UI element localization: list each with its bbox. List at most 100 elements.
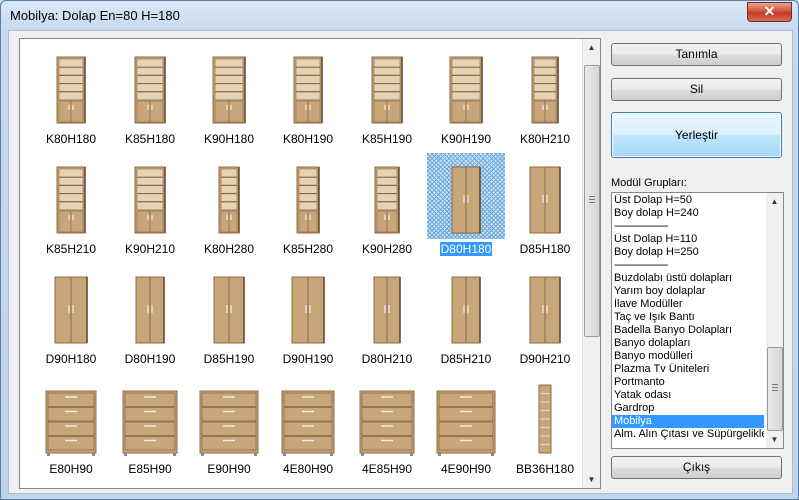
gallery-item-d85h190[interactable]: D85H190 [190,263,268,371]
gallery-item-label: K85H190 [348,132,426,146]
scroll-down-arrow-icon[interactable]: ▼ [766,431,783,448]
module-group-item[interactable]: Buzdolabı üstü dolapları [612,272,764,285]
module-groups-label: Modül Grupları: [611,177,687,189]
module-group-item[interactable]: Üst Dolap H=110 [612,233,764,246]
module-group-item[interactable]: Yatak odası [612,389,764,402]
gallery-item-e80h90[interactable]: E80H90 [32,373,110,481]
bookcase-cabinet-icon [32,43,110,129]
module-group-item[interactable]: Badella Banyo Dolapları [612,324,764,337]
close-button[interactable]: ✕ [747,2,792,22]
module-group-item[interactable]: Mobilya [612,415,764,428]
gallery-item-label-text: K80H280 [203,242,255,256]
gallery-item-label: D90H210 [506,352,584,366]
gallery-item-k90h190[interactable]: K90H190 [427,43,505,151]
gallery-item-label-text: D85H180 [519,242,571,256]
drawer-cabinet-icon [32,373,110,459]
gallery-item-k90h210[interactable]: K90H210 [111,153,189,261]
module-group-item[interactable]: Boy dolap H=250 [612,246,764,259]
gallery-item-k80h210[interactable]: K80H210 [506,43,584,151]
gallery-item-d90h190[interactable]: D90H190 [269,263,347,371]
bookcase-cabinet-icon [111,43,189,129]
gallery-scroll-thumb[interactable] [584,65,600,337]
gallery-item-label-text: K80H190 [282,132,334,146]
gallery-item-bb36h180[interactable]: BB36H180 [506,373,584,481]
gallery-item-k85h190[interactable]: K85H190 [348,43,426,151]
gallery-item-label: K90H180 [190,132,268,146]
gallery-item-k85h210[interactable]: K85H210 [32,153,110,261]
module-group-item[interactable]: Banyo dolapları [612,337,764,350]
scroll-down-arrow-icon[interactable]: ▼ [583,471,600,488]
door-cabinet-icon [190,263,268,349]
module-group-item[interactable]: Portmanto [612,376,764,389]
gallery-item-k90h280[interactable]: K90H280 [348,153,426,261]
gallery-item-4e80h90[interactable]: 4E80H90 [269,373,347,481]
gallery-item-d80h210[interactable]: D80H210 [348,263,426,371]
gallery-item-label-text: E85H90 [128,462,172,476]
module-group-item[interactable]: Banyo modülleri [612,350,764,363]
scroll-up-arrow-icon[interactable]: ▲ [766,193,783,210]
gallery-item-d90h180[interactable]: D90H180 [32,263,110,371]
gallery-item-k85h180[interactable]: K85H180 [111,43,189,151]
gallery-item-k80h280[interactable]: K80H280 [190,153,268,261]
dialog-client-area: K80H180 K85H180 K90H180 K80H190 K85H190 K90H1… [8,30,793,494]
groups-scrollbar[interactable]: ▲ ▼ [766,193,783,448]
gallery-item-label-text: E90H90 [207,462,251,476]
list-separator: -------------------- [614,220,668,232]
gallery-item-label: D80H190 [111,352,189,366]
gallery-item-label-text: BB36H180 [515,462,575,476]
delete-button[interactable]: Sil [611,78,782,101]
door-cabinet-icon [427,153,505,239]
gallery-item-label-text: K90H280 [361,242,413,256]
window-title: Mobilya: Dolap En=80 H=180 [10,8,180,23]
gallery-item-label: E80H90 [32,462,110,476]
title-bar[interactable]: Mobilya: Dolap En=80 H=180 ✕ [1,1,798,29]
module-group-item[interactable]: Üst Dolap H=50 [612,194,764,207]
gallery-item-label: K85H280 [269,242,347,256]
gallery-item-label-text: 4E85H90 [361,462,413,476]
gallery-item-e90h90[interactable]: E90H90 [190,373,268,481]
bookcase-cabinet-icon [348,153,426,239]
gallery-item-k90h180[interactable]: K90H180 [190,43,268,151]
gallery-item-k80h180[interactable]: K80H180 [32,43,110,151]
module-group-item[interactable]: Alm. Alın Çıtası ve Süpürgelikler [612,428,764,441]
module-groups-items: Üst Dolap H=50 Boy dolap H=240 -----------… [612,194,764,441]
exit-button[interactable]: Çıkış [611,456,782,479]
gallery-item-4e90h90[interactable]: 4E90H90 [427,373,505,481]
module-group-item[interactable]: Plazma Tv Üniteleri [612,363,764,376]
gallery-item-4e85h90[interactable]: 4E85H90 [348,373,426,481]
gallery-item-d80h180[interactable]: D80H180 [427,153,505,261]
bookcase-cabinet-icon [269,43,347,129]
dialog-window: Mobilya: Dolap En=80 H=180 ✕ K80H180 K85H… [0,0,799,500]
door-cabinet-icon [348,263,426,349]
gallery-item-label: D85H180 [506,242,584,256]
door-cabinet-icon [506,263,584,349]
grip-line [772,387,778,388]
gallery-item-k80h190[interactable]: K80H190 [269,43,347,151]
groups-scroll-thumb[interactable] [767,347,783,431]
gallery-item-label: E90H90 [190,462,268,476]
module-group-item[interactable]: İlave Modüller [612,298,764,311]
gallery-item-label: K80H210 [506,132,584,146]
gallery-item-d85h210[interactable]: D85H210 [427,263,505,371]
gallery-item-label-text: K90H190 [440,132,492,146]
gallery-item-d80h190[interactable]: D80H190 [111,263,189,371]
module-group-item[interactable]: Taç ve Işık Bantı [612,311,764,324]
narrow-cabinet-icon [506,373,584,459]
gallery-item-label-text: D85H210 [440,352,492,366]
gallery-item-label-text: D90H190 [282,352,334,366]
module-group-item[interactable]: Gardrop [612,402,764,415]
define-button[interactable]: Tanımla [611,43,782,66]
gallery-item-label: K85H180 [111,132,189,146]
gallery-scrollbar[interactable]: ▲ ▼ [582,39,600,488]
gallery-item-d85h180[interactable]: D85H180 [506,153,584,261]
gallery-item-label-text: D90H180 [45,352,97,366]
module-group-item[interactable]: Boy dolap H=240 [612,207,764,220]
gallery-item-label-text: K85H190 [361,132,413,146]
scroll-up-arrow-icon[interactable]: ▲ [583,39,600,56]
gallery-item-label: BB36H180 [506,462,584,476]
gallery-item-k85h280[interactable]: K85H280 [269,153,347,261]
place-button[interactable]: Yerleştir [611,112,782,158]
module-group-item[interactable]: Yarım boy dolaplar [612,285,764,298]
gallery-item-e85h90[interactable]: E85H90 [111,373,189,481]
gallery-item-d90h210[interactable]: D90H210 [506,263,584,371]
